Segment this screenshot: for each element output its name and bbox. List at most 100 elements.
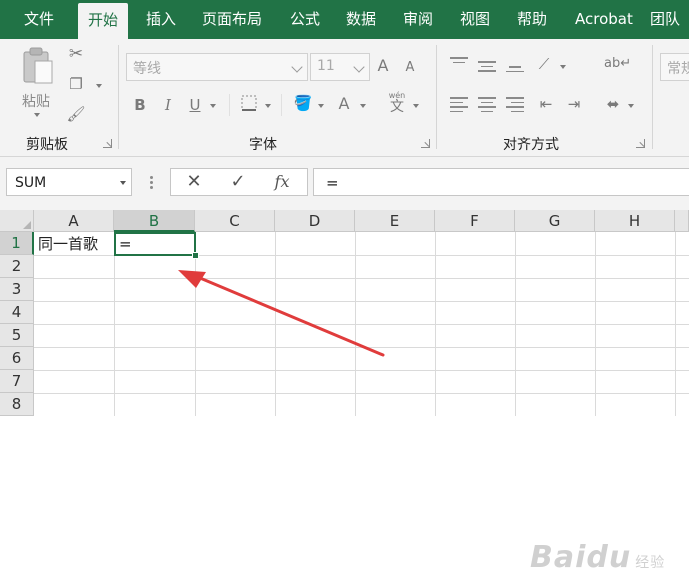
row-header-1[interactable]: 1 [0, 232, 34, 255]
column-header-d[interactable]: D [275, 210, 355, 232]
bottom-align-icon[interactable] [506, 66, 524, 75]
alignment-dialog-launcher[interactable] [636, 139, 645, 148]
name-box-dropdown-caret[interactable] [120, 181, 126, 185]
tab-review[interactable]: 审阅 [403, 0, 433, 39]
row-header-7[interactable]: 7 [0, 370, 34, 393]
tab-home[interactable]: 开始 [78, 3, 129, 39]
paste-label: 粘贴 [22, 94, 50, 110]
font-name-value: 等线 [133, 61, 161, 77]
merge-center-icon[interactable]: ⬌ [602, 95, 624, 113]
column-header-i[interactable] [675, 210, 689, 232]
top-align-icon[interactable] [450, 57, 468, 66]
column-header-e[interactable]: E [355, 210, 435, 232]
row-header-6[interactable]: 6 [0, 347, 34, 370]
tab-formulas[interactable]: 公式 [290, 0, 320, 39]
tab-team[interactable]: 团队 [650, 0, 680, 39]
alignment-group-label: 对齐方式 [503, 137, 559, 153]
name-box-value: SUM [15, 175, 47, 191]
font-name-combo[interactable]: 等线 [126, 53, 308, 81]
formula-bar: SUM ✕ ✓ fx = [0, 157, 689, 210]
group-divider [118, 45, 119, 149]
phonetic-dropdown-caret[interactable] [413, 104, 419, 108]
bold-button[interactable]: B [132, 96, 148, 114]
name-box[interactable]: SUM [6, 168, 132, 196]
row-header-2[interactable]: 2 [0, 255, 34, 278]
column-header-c[interactable]: C [195, 210, 275, 232]
formula-buttons: ✕ ✓ fx [170, 168, 308, 196]
paste-icon [23, 47, 53, 84]
fill-color-dropdown-caret[interactable] [318, 104, 324, 108]
group-divider [652, 45, 653, 149]
align-center-icon[interactable] [478, 97, 496, 115]
wrap-text-icon[interactable]: ab↵ [604, 55, 631, 73]
formula-bar-resize-handle[interactable] [150, 176, 153, 190]
number-format-combo[interactable]: 常规 [660, 53, 689, 81]
insert-function-icon[interactable]: fx [271, 172, 293, 192]
format-painter-icon[interactable]: 🖌 [66, 105, 86, 123]
row-header-8[interactable]: 8 [0, 393, 34, 416]
phonetic-guide-button[interactable]: wén 文 [386, 91, 408, 119]
paste-dropdown-caret[interactable] [34, 113, 40, 117]
baidu-watermark: Baidu 经验 [530, 540, 665, 575]
gridline [34, 347, 689, 348]
row-header-5[interactable]: 5 [0, 324, 34, 347]
italic-button[interactable]: I [160, 96, 176, 114]
cell-a1[interactable]: 同一首歌 [34, 233, 114, 256]
tab-file[interactable]: 文件 [24, 0, 54, 39]
cut-icon[interactable]: ✂ [66, 45, 86, 63]
borders-dropdown-caret[interactable] [265, 104, 271, 108]
copy-dropdown-caret[interactable] [96, 84, 102, 88]
column-header-h[interactable]: H [595, 210, 675, 232]
align-left-icon[interactable] [450, 97, 468, 115]
font-dialog-launcher[interactable] [421, 139, 430, 148]
tab-help[interactable]: 帮助 [517, 0, 547, 39]
orientation-dropdown-caret[interactable] [560, 65, 566, 69]
increase-indent-icon[interactable]: ⇥ [564, 95, 584, 113]
watermark-suffix: 经验 [635, 555, 666, 571]
align-right-icon[interactable] [506, 97, 524, 115]
group-divider [229, 94, 230, 116]
orientation-icon[interactable]: ⟋ [535, 55, 553, 73]
chevron-down-icon[interactable] [349, 54, 369, 80]
clipboard-dialog-launcher[interactable] [103, 139, 112, 148]
fill-color-icon[interactable]: 🪣 [293, 94, 313, 112]
ribbon: 粘贴 ✂ ❐ 🖌 剪贴板 等线 11 A A B I U 🪣 A wén 文 字… [0, 39, 689, 157]
enter-icon[interactable]: ✓ [227, 172, 249, 192]
row-header-3[interactable]: 3 [0, 278, 34, 301]
column-header-f[interactable]: F [435, 210, 515, 232]
column-header-g[interactable]: G [515, 210, 595, 232]
paste-button[interactable]: 粘贴 [18, 47, 58, 117]
chevron-down-icon[interactable] [287, 54, 307, 80]
middle-align-icon[interactable] [478, 61, 496, 75]
underline-dropdown-caret[interactable] [210, 104, 216, 108]
column-header-a[interactable]: A [34, 210, 114, 232]
column-header-b[interactable]: B [114, 210, 195, 232]
tab-view[interactable]: 视图 [460, 0, 490, 39]
tab-page-layout[interactable]: 页面布局 [202, 0, 262, 39]
decrease-indent-icon[interactable]: ⇤ [536, 95, 556, 113]
active-cell-b1[interactable]: = [114, 232, 196, 256]
borders-icon[interactable] [240, 95, 258, 115]
group-divider [281, 94, 282, 116]
merge-dropdown-caret[interactable] [628, 104, 634, 108]
grow-font-button[interactable]: A [375, 57, 391, 75]
formula-input[interactable]: = [313, 168, 689, 196]
tab-insert[interactable]: 插入 [146, 0, 176, 39]
tab-acrobat[interactable]: Acrobat [575, 0, 633, 39]
row-header-4[interactable]: 4 [0, 301, 34, 324]
cell-b1-value: = [119, 235, 132, 253]
font-color-dropdown-caret[interactable] [360, 104, 366, 108]
font-size-combo[interactable]: 11 [310, 53, 370, 81]
shrink-font-button[interactable]: A [402, 59, 418, 77]
font-size-value: 11 [317, 58, 335, 74]
underline-button[interactable]: U [187, 96, 203, 114]
cancel-icon[interactable]: ✕ [183, 172, 205, 192]
font-color-button[interactable]: A [336, 95, 352, 113]
phonetic-char: 文 [390, 99, 404, 115]
select-all-button[interactable] [0, 210, 34, 232]
copy-icon[interactable]: ❐ [66, 75, 86, 93]
worksheet-grid: A B C D E F G H 1 2 3 4 5 6 7 8 同一首歌 = B… [0, 210, 689, 575]
gridline [34, 370, 689, 371]
tab-data[interactable]: 数据 [346, 0, 376, 39]
fill-handle[interactable] [192, 252, 199, 259]
